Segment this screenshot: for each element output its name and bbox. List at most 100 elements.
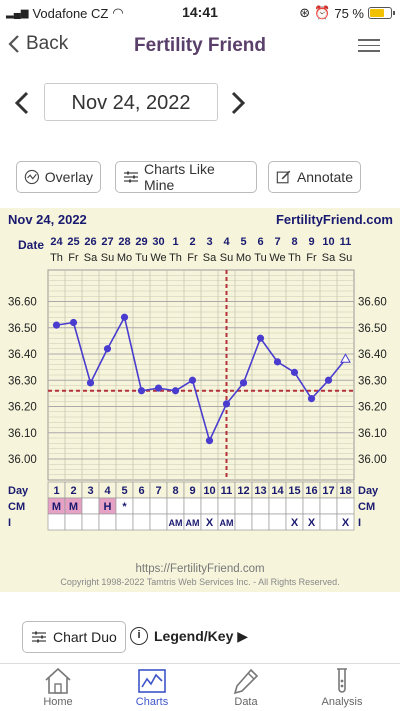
cm-cell [149, 497, 168, 515]
weekday-tick-label: Th [288, 252, 301, 264]
date-tick-label: 4 [223, 236, 230, 248]
chart-copyright: Copyright 1998-2022 Tamtris Web Services… [60, 577, 339, 587]
cm-row-label-right: CM [358, 501, 375, 513]
intercourse-row-label-right: I [358, 517, 361, 529]
y-tick-label-left: 36.10 [8, 428, 37, 440]
cm-row-label: CM [8, 501, 25, 513]
date-tick-label: 24 [50, 236, 63, 248]
intercourse-cell [132, 513, 151, 531]
charts-like-mine-button[interactable]: Charts Like Mine [115, 161, 257, 193]
home-icon [45, 667, 71, 694]
day-cell-value: 6 [138, 485, 144, 497]
day-cell-value: 14 [271, 485, 284, 497]
date-tick-label: 28 [118, 236, 130, 248]
cm-cell-value: M [69, 501, 78, 513]
intercourse-cell [81, 513, 100, 531]
date-tick-label: 10 [322, 236, 334, 248]
menu-icon[interactable] [358, 39, 380, 53]
y-tick-label-right: 36.50 [358, 323, 387, 335]
intercourse-cell-value: X [308, 517, 316, 529]
day-cell-value: 3 [87, 485, 93, 497]
chart-title: Nov 24, 2022 [8, 212, 87, 227]
cm-cell-value: M [52, 501, 61, 513]
intercourse-cell-value: X [291, 517, 299, 529]
weekday-tick-label: Th [50, 252, 63, 264]
tab-home[interactable]: Home [8, 667, 108, 708]
cm-cell [268, 497, 287, 515]
temperature-point [171, 387, 180, 395]
date-tick-label: 5 [240, 236, 246, 248]
date-tick-label: 30 [152, 236, 164, 248]
tab-data-label: Data [234, 696, 258, 708]
overlay-button[interactable]: Overlay [16, 161, 101, 193]
temperature-point [222, 400, 231, 408]
date-tick-label: 27 [101, 236, 113, 248]
cm-cell [81, 497, 100, 515]
weekday-tick-label: Su [220, 252, 233, 264]
date-tick-label: 26 [84, 236, 96, 248]
cm-cell [234, 497, 253, 515]
charts-like-mine-label: Charts Like Mine [144, 161, 215, 193]
tab-charts[interactable]: Charts [102, 667, 202, 708]
intercourse-cell-value: X [342, 517, 350, 529]
chart-brand: FertilityFriend.com [276, 212, 393, 227]
cm-cell [319, 497, 338, 515]
tab-bar: Home Charts Data Analysis [0, 663, 400, 711]
bbt-chart: Nov 24, 2022 FertilityFriend.com Date 24 25 2… [0, 208, 400, 592]
y-tick-label-right: 36.10 [358, 428, 387, 440]
temperature-point [69, 318, 78, 327]
overlay-icon [24, 169, 40, 185]
info-icon: i [130, 627, 148, 645]
chart-url: https://FertilityFriend.com [135, 563, 264, 575]
date-field[interactable]: Nov 24, 2022 [44, 83, 218, 121]
intercourse-cell [115, 513, 134, 531]
chart-icon [138, 669, 166, 693]
y-tick-label-right: 36.40 [358, 349, 387, 361]
chart-duo-button[interactable]: Chart Duo [22, 621, 126, 653]
weekday-tick-label: Su [339, 252, 352, 264]
temperature-point [256, 334, 265, 342]
temperature-point [52, 321, 61, 329]
weekday-tick-label: Sa [203, 252, 217, 264]
cm-cell-value: * [122, 501, 127, 513]
battery-fill [370, 9, 385, 17]
next-date-button[interactable] [230, 91, 246, 115]
tab-data[interactable]: Data [196, 667, 296, 708]
cm-cell [302, 497, 321, 515]
temperature-point [290, 368, 299, 376]
day-cell-value: 15 [288, 485, 300, 497]
annotate-button[interactable]: Annotate [268, 161, 361, 193]
intercourse-cell-value: X [206, 517, 214, 529]
weekday-tick-label: Tu [135, 252, 147, 264]
intercourse-cell-value: AM [186, 518, 200, 528]
battery-percent: 75 % [334, 5, 364, 21]
prev-date-button[interactable] [14, 91, 30, 115]
day-cell-value: 12 [237, 485, 249, 497]
temperature-point [205, 437, 214, 445]
y-tick-label-left: 36.40 [8, 349, 37, 361]
temperature-point [307, 395, 316, 403]
y-tick-label-left: 36.00 [8, 454, 37, 466]
cm-cell [132, 497, 151, 515]
tab-analysis-label: Analysis [321, 696, 363, 708]
intercourse-cell [319, 513, 338, 531]
weekday-tick-label: Fr [187, 252, 198, 264]
temperature-point [273, 358, 282, 366]
temperature-point [103, 345, 112, 353]
intercourse-cell [47, 513, 66, 531]
temperature-point [324, 376, 333, 384]
day-cell-value: 9 [189, 485, 195, 497]
intercourse-row-label: I [8, 517, 11, 529]
sliders-icon [124, 171, 138, 183]
temperature-point [137, 387, 146, 395]
tab-home-label: Home [43, 696, 73, 708]
weekday-tick-label: We [150, 252, 166, 264]
day-row-label: Day [8, 485, 29, 497]
intercourse-cell-value: AM [169, 518, 183, 528]
weekday-tick-label: Su [101, 252, 114, 264]
weekday-tick-label: Th [169, 252, 182, 264]
weekday-tick-label: Fr [68, 252, 79, 264]
y-tick-label-left: 36.20 [8, 402, 37, 414]
legend-key-link[interactable]: i Legend/Key ▶ [130, 627, 248, 645]
tab-analysis[interactable]: Analysis [292, 667, 392, 708]
